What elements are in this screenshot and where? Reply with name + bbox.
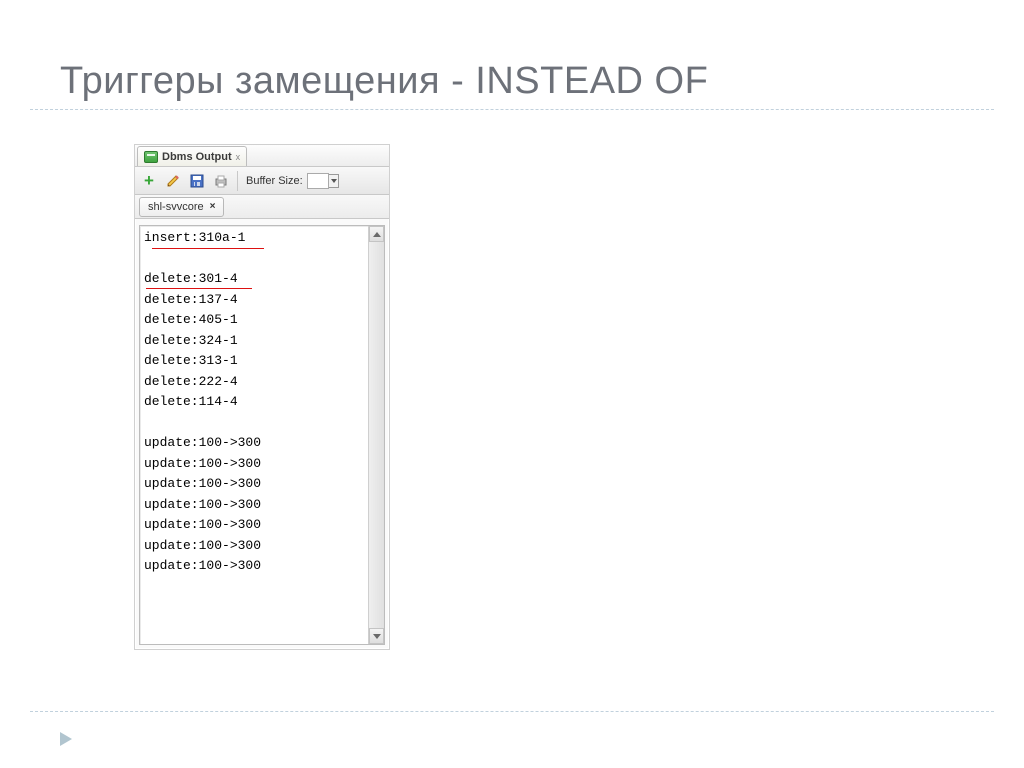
connection-name: shl-svvcore xyxy=(148,201,204,213)
title-underline xyxy=(30,109,994,110)
connection-tab-row: shl-svvcore × xyxy=(135,195,389,219)
add-button[interactable]: + xyxy=(139,171,159,191)
slide-title: Триггеры замещения - INSTEAD OF xyxy=(0,0,1024,109)
panel-tab-dbms-output[interactable]: Dbms Output x xyxy=(137,146,247,166)
output-area: insert:310a-1 delete:301-4 delete:137-4 … xyxy=(139,225,385,645)
output-icon xyxy=(144,151,158,163)
printer-icon xyxy=(213,173,229,189)
panel-tab-label: Dbms Output xyxy=(162,151,232,163)
scroll-up-button[interactable] xyxy=(369,226,384,242)
chevron-up-icon xyxy=(373,232,381,237)
scroll-down-button[interactable] xyxy=(369,628,384,644)
edit-button[interactable] xyxy=(163,171,183,191)
buffer-size-label: Buffer Size: xyxy=(246,175,303,187)
toolbar-separator xyxy=(237,171,238,191)
scrollbar[interactable] xyxy=(368,226,384,644)
annotation-underline-1 xyxy=(152,248,264,249)
slide-body: Триггеры замещения - INSTEAD OF Dbms Out… xyxy=(0,0,1024,768)
pencil-icon xyxy=(165,173,181,189)
bullet-marker-icon xyxy=(60,732,72,746)
floppy-icon xyxy=(189,173,205,189)
chevron-down-icon xyxy=(373,634,381,639)
output-text[interactable]: insert:310a-1 delete:301-4 delete:137-4 … xyxy=(144,228,366,577)
annotation-underline-2 xyxy=(146,288,252,289)
save-button[interactable] xyxy=(187,171,207,191)
print-button[interactable] xyxy=(211,171,231,191)
dbms-output-panel: Dbms Output x + xyxy=(134,144,390,650)
close-icon[interactable]: x xyxy=(236,152,241,162)
buffer-size-input[interactable] xyxy=(307,173,329,189)
footer-underline xyxy=(30,711,994,712)
buffer-size-field[interactable] xyxy=(307,173,339,189)
chevron-down-icon[interactable] xyxy=(329,174,339,188)
toolbar: + xyxy=(135,167,389,195)
panel-tab-row: Dbms Output x xyxy=(135,145,389,167)
plus-icon: + xyxy=(144,172,154,189)
connection-tab[interactable]: shl-svvcore × xyxy=(139,197,224,217)
close-icon[interactable]: × xyxy=(210,201,216,212)
